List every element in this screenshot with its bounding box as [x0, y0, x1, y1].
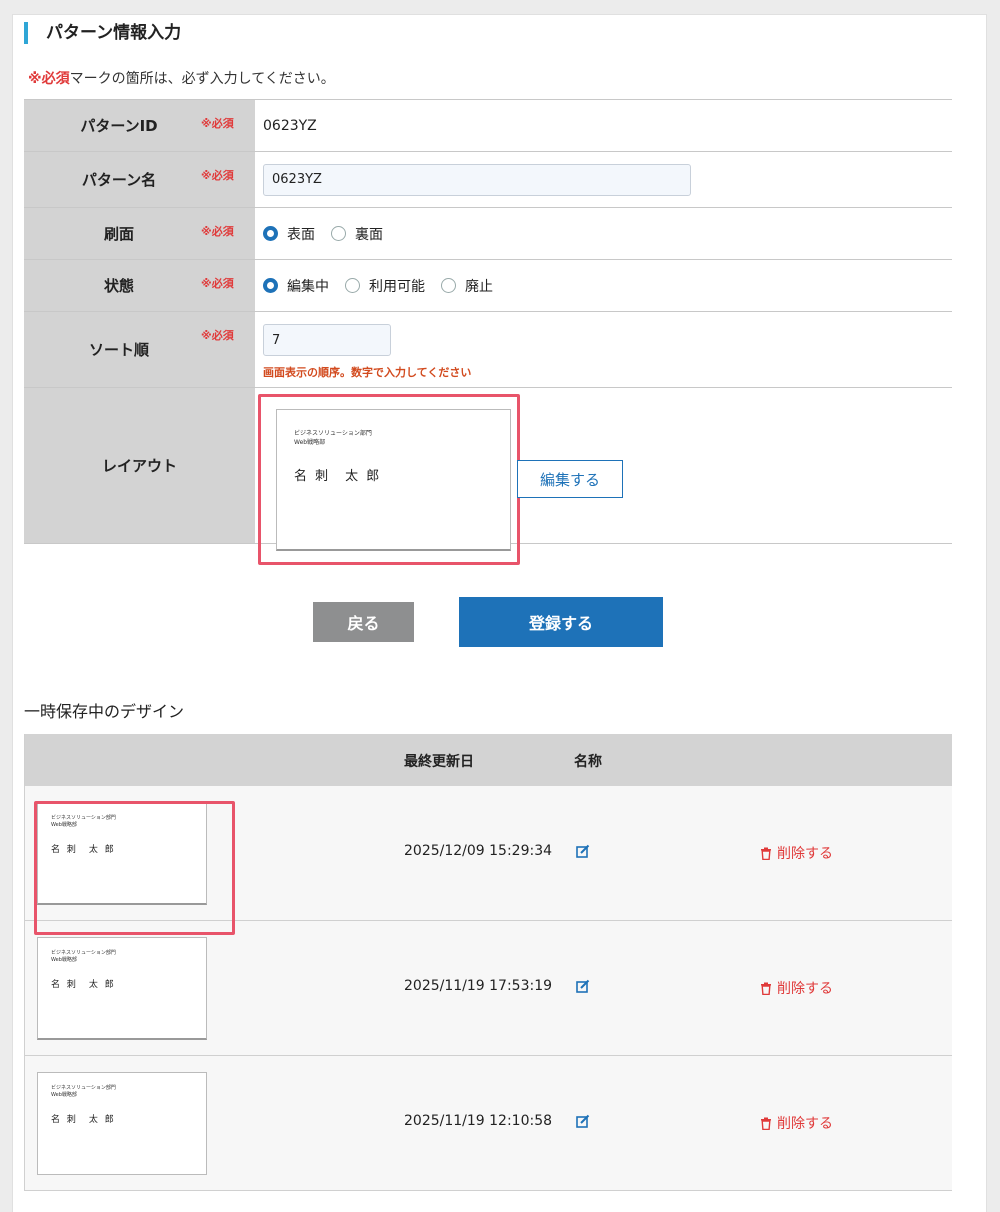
design-thumbnail[interactable]: ビジネスソリューション部門 Web戦略部 名 刺 太 郎: [37, 1072, 207, 1175]
submit-button[interactable]: 登録する: [459, 597, 663, 647]
section-title: パターン情報入力: [24, 22, 181, 44]
status-label: 状態: [103, 277, 134, 295]
radio-back[interactable]: 裏面: [331, 224, 383, 244]
table-row: ビジネスソリューション部門 Web戦略部 名 刺 太 郎 2025/11/19 …: [25, 1056, 952, 1191]
card-org: ビジネスソリューション部門: [294, 430, 372, 437]
status-header: 状態 ※必須: [24, 260, 255, 311]
layout-preview-card[interactable]: ビジネスソリューション部門 Web戦略部 名 刺 太 郎: [276, 409, 511, 551]
layout-edit-button[interactable]: 編集する: [517, 460, 623, 498]
radio-editing[interactable]: 編集中: [263, 276, 329, 296]
pattern-id-header: パターンID ※必須: [24, 100, 255, 151]
radio-editing-label: 編集中: [287, 278, 329, 295]
sort-order-label: ソート順: [88, 341, 149, 359]
edit-icon[interactable]: [576, 1114, 590, 1128]
sort-order-hint: 画面表示の順序。数字で入力してください: [263, 366, 472, 379]
pattern-id-cell: 0623YZ: [255, 100, 952, 151]
pattern-name-input[interactable]: 0623YZ: [263, 163, 691, 196]
row-sort-order: ソート順 ※必須 7 画面表示の順序。数字で入力してください: [24, 312, 952, 388]
radio-front-dot[interactable]: [263, 226, 278, 241]
row-print-side: 刷面 ※必須 表面 裏面: [24, 208, 952, 260]
pattern-id-value: 0623YZ: [263, 117, 317, 134]
required-mark: ※必須: [28, 71, 70, 87]
pattern-id-label: パターンID: [80, 117, 158, 135]
sort-order-header: ソート順 ※必須: [24, 312, 255, 387]
radio-available-label: 利用可能: [369, 278, 425, 295]
radio-back-dot[interactable]: [331, 226, 346, 241]
required-note-text: マークの箇所は、必ず入力してください。: [69, 71, 335, 87]
trash-icon: [761, 982, 771, 995]
card-org: ビジネスソリューション部門: [51, 1085, 116, 1091]
edit-icon[interactable]: [576, 979, 590, 993]
thumbnail-highlight: [34, 801, 235, 935]
trash-icon: [761, 847, 771, 860]
card-name: 名 刺 太 郎: [294, 469, 382, 484]
print-side-header: 刷面 ※必須: [24, 208, 255, 259]
card-org: ビジネスソリューション部門: [51, 950, 116, 956]
pattern-name-cell: 0623YZ: [255, 152, 952, 207]
back-button[interactable]: 戻る: [313, 602, 414, 642]
radio-editing-dot[interactable]: [263, 278, 278, 293]
delete-button[interactable]: 削除する: [760, 1113, 833, 1133]
layout-header: レイアウト: [24, 388, 255, 543]
column-name: 名称: [574, 754, 602, 770]
required-badge: ※必須: [201, 329, 234, 342]
edit-icon[interactable]: [576, 844, 590, 858]
radio-back-label: 裏面: [355, 226, 383, 243]
status-cell: 編集中 利用可能 廃止: [255, 260, 952, 311]
print-side-label: 刷面: [103, 225, 134, 243]
row-pattern-id: パターンID ※必須 0623YZ: [24, 100, 952, 152]
layout-label: レイアウト: [101, 457, 177, 475]
delete-button[interactable]: 削除する: [760, 978, 833, 998]
row-status: 状態 ※必須 編集中 利用可能 廃止: [24, 260, 952, 312]
trash-icon: [761, 1117, 771, 1130]
radio-available-dot[interactable]: [345, 278, 360, 293]
column-updated: 最終更新日: [404, 754, 474, 770]
radio-front[interactable]: 表面: [263, 224, 315, 244]
radio-obsolete-label: 廃止: [465, 278, 493, 295]
radio-available[interactable]: 利用可能: [345, 276, 425, 296]
required-note: ※必須マークの箇所は、必ず入力してください。: [28, 68, 335, 88]
pattern-name-label: パターン名: [81, 171, 157, 189]
print-side-cell: 表面 裏面: [255, 208, 952, 259]
updated-date: 2025/11/19 17:53:19: [404, 978, 553, 994]
pattern-name-header: パターン名 ※必須: [24, 152, 255, 207]
required-badge: ※必須: [201, 225, 234, 238]
sort-order-input[interactable]: 7: [263, 324, 391, 356]
required-badge: ※必須: [201, 277, 234, 290]
updated-date: 2025/12/09 15:29:34: [404, 843, 553, 859]
delete-label: 削除する: [777, 981, 833, 997]
required-badge: ※必須: [201, 169, 234, 182]
table-row: ビジネスソリューション部門 Web戦略部 名 刺 太 郎 2025/11/19 …: [25, 921, 952, 1056]
row-pattern-name: パターン名 ※必須 0623YZ: [24, 152, 952, 208]
card-dept: Web戦略部: [51, 957, 77, 963]
table-header: 最終更新日 名称: [25, 734, 952, 786]
delete-label: 削除する: [777, 846, 833, 862]
required-badge: ※必須: [201, 117, 234, 130]
radio-front-label: 表面: [287, 226, 315, 243]
sort-order-cell: 7 画面表示の順序。数字で入力してください: [255, 312, 952, 387]
card-name: 名 刺 太 郎: [51, 980, 116, 990]
design-thumbnail[interactable]: ビジネスソリューション部門 Web戦略部 名 刺 太 郎: [37, 937, 207, 1040]
radio-obsolete[interactable]: 廃止: [441, 276, 493, 296]
delete-label: 削除する: [777, 1116, 833, 1132]
updated-date: 2025/11/19 12:10:58: [404, 1113, 553, 1129]
card-dept: Web戦略部: [294, 439, 326, 446]
delete-button[interactable]: 削除する: [760, 843, 833, 863]
card-dept: Web戦略部: [51, 1092, 77, 1098]
saved-designs-title: 一時保存中のデザイン: [24, 702, 185, 721]
radio-obsolete-dot[interactable]: [441, 278, 456, 293]
card-name: 名 刺 太 郎: [51, 1115, 116, 1125]
